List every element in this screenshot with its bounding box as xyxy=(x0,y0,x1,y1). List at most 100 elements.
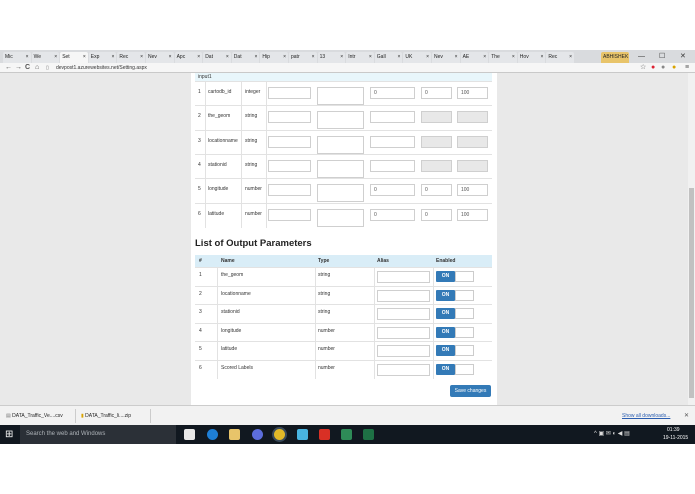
enabled-toggle-on[interactable]: ON xyxy=(436,271,455,282)
tab-close-icon[interactable]: × xyxy=(483,52,486,63)
app-icon-2[interactable] xyxy=(297,429,308,440)
enabled-toggle-on[interactable]: ON xyxy=(436,326,455,338)
extension-icon-3[interactable]: ● xyxy=(672,63,676,73)
tab-close-icon[interactable]: × xyxy=(540,52,543,63)
min-value-input[interactable]: 0 xyxy=(421,208,452,221)
max-value-input[interactable]: 100 xyxy=(457,87,488,99)
alias-input[interactable] xyxy=(377,326,430,339)
browser-tab[interactable]: The × xyxy=(489,52,517,63)
browser-tab[interactable]: Intr × xyxy=(346,52,374,63)
default-value-input[interactable] xyxy=(370,135,415,148)
default-value-input[interactable]: 0 xyxy=(370,184,415,197)
star-icon[interactable]: ☆ xyxy=(640,63,646,73)
max-value-input[interactable]: 100 xyxy=(457,184,488,197)
enabled-toggle-off[interactable] xyxy=(455,271,474,282)
enabled-toggle-off[interactable] xyxy=(455,345,474,356)
tab-close-icon[interactable]: × xyxy=(169,52,172,63)
system-tray-icons[interactable]: ^ ▣ ✉ ◐ ◀ ▤ xyxy=(594,429,630,440)
url-input[interactable]: devpost1.azurewebsites.net/Setting.aspx xyxy=(56,63,147,73)
page-scrollbar[interactable] xyxy=(688,73,695,405)
tab-close-icon[interactable]: × xyxy=(83,52,86,63)
tab-close-icon[interactable]: × xyxy=(455,52,458,63)
back-icon[interactable]: ← xyxy=(5,63,12,73)
min-value-input[interactable]: 0 xyxy=(421,184,452,197)
alias-input[interactable] xyxy=(377,289,430,302)
enabled-toggle-off[interactable] xyxy=(455,289,474,301)
tab-close-icon[interactable]: × xyxy=(283,52,286,63)
alias-input[interactable] xyxy=(377,363,430,376)
browser-tab[interactable]: Nev × xyxy=(432,52,460,63)
alias-input[interactable] xyxy=(268,135,311,148)
description-textarea[interactable] xyxy=(317,159,364,178)
close-downloads-icon[interactable]: ✕ xyxy=(684,409,689,423)
forward-icon[interactable]: → xyxy=(15,63,22,73)
default-value-input[interactable]: 0 xyxy=(370,208,415,221)
tab-close-icon[interactable]: × xyxy=(54,52,57,63)
acrobat-icon[interactable] xyxy=(319,429,330,440)
min-value-input[interactable]: 0 xyxy=(421,87,452,99)
browser-tab[interactable]: 13 × xyxy=(317,52,346,63)
browser-tab[interactable]: Set × xyxy=(60,52,88,63)
taskbar-search-input[interactable]: Search the web and Windows xyxy=(20,425,176,444)
description-textarea[interactable] xyxy=(317,184,364,203)
scrollbar-thumb[interactable] xyxy=(689,188,694,398)
alias-input[interactable] xyxy=(377,271,430,283)
enabled-toggle-on[interactable]: ON xyxy=(436,363,455,375)
enabled-toggle-off[interactable] xyxy=(455,308,474,319)
tab-close-icon[interactable]: × xyxy=(111,52,114,63)
description-textarea[interactable] xyxy=(317,111,364,130)
tab-close-icon[interactable]: × xyxy=(369,52,372,63)
file-explorer-icon[interactable] xyxy=(229,429,240,440)
show-all-downloads-link[interactable]: Show all downloads... xyxy=(622,409,670,423)
description-textarea[interactable] xyxy=(317,208,364,227)
reload-icon[interactable]: C xyxy=(25,63,30,73)
browser-tab[interactable]: Mic × xyxy=(3,52,31,63)
enabled-toggle-on[interactable]: ON xyxy=(436,289,455,301)
alias-input[interactable] xyxy=(377,308,430,320)
browser-tab[interactable]: AE × xyxy=(460,52,489,63)
tab-close-icon[interactable]: × xyxy=(197,52,200,63)
browser-tab[interactable]: Hip × xyxy=(260,52,288,63)
browser-tab[interactable]: Hov × xyxy=(517,52,546,63)
tab-close-icon[interactable]: × xyxy=(312,52,315,63)
default-value-input[interactable] xyxy=(370,111,415,124)
home-icon[interactable]: ⌂ xyxy=(35,63,39,73)
enabled-toggle-off[interactable] xyxy=(455,326,474,338)
browser-tab[interactable]: patr × xyxy=(289,52,317,63)
tab-close-icon[interactable]: × xyxy=(140,52,143,63)
download-item-zip[interactable]: ▮ DATA_Traffic_li....zip xyxy=(77,409,151,423)
task-view-icon[interactable] xyxy=(184,429,195,440)
browser-tab[interactable]: Dat × xyxy=(203,52,231,63)
browser-tab[interactable]: We × xyxy=(31,52,60,63)
alias-input[interactable] xyxy=(268,111,311,124)
close-window-icon[interactable]: ✕ xyxy=(680,51,686,62)
enabled-toggle-on[interactable]: ON xyxy=(436,345,455,356)
profile-button[interactable]: ABHISHEK xyxy=(601,52,629,63)
browser-tab[interactable]: UK × xyxy=(403,52,431,63)
browser-tab[interactable]: Gall × xyxy=(374,52,403,63)
description-textarea[interactable] xyxy=(317,135,364,154)
tab-close-icon[interactable]: × xyxy=(569,52,572,63)
tab-close-icon[interactable]: × xyxy=(512,52,515,63)
download-item-csv[interactable]: ▤ DATA_Traffic_Ve....csv xyxy=(2,409,76,423)
save-changes-button[interactable]: Save changes xyxy=(450,385,491,397)
description-textarea[interactable] xyxy=(317,87,364,105)
alias-input[interactable] xyxy=(268,208,311,221)
minimize-icon[interactable]: — xyxy=(638,51,645,62)
notepad-icon[interactable] xyxy=(341,429,352,440)
max-value-input[interactable]: 100 xyxy=(457,208,488,221)
excel-icon[interactable] xyxy=(363,429,374,440)
windows-start-icon[interactable]: ⊞ xyxy=(5,429,13,440)
browser-tab[interactable]: Nev × xyxy=(146,52,174,63)
alias-input[interactable] xyxy=(377,345,430,357)
clock-date[interactable]: 19-11-2015 xyxy=(663,435,688,441)
browser-tab[interactable]: Rec × xyxy=(117,52,145,63)
browser-tab[interactable]: Apc × xyxy=(174,52,203,63)
tab-close-icon[interactable]: × xyxy=(340,52,343,63)
browser-tab[interactable]: Dat × xyxy=(231,52,260,63)
tab-close-icon[interactable]: × xyxy=(226,52,229,63)
enabled-toggle-off[interactable] xyxy=(455,363,474,375)
default-value-input[interactable] xyxy=(370,159,415,172)
tab-close-icon[interactable]: × xyxy=(397,52,400,63)
tab-close-icon[interactable]: × xyxy=(26,52,29,63)
